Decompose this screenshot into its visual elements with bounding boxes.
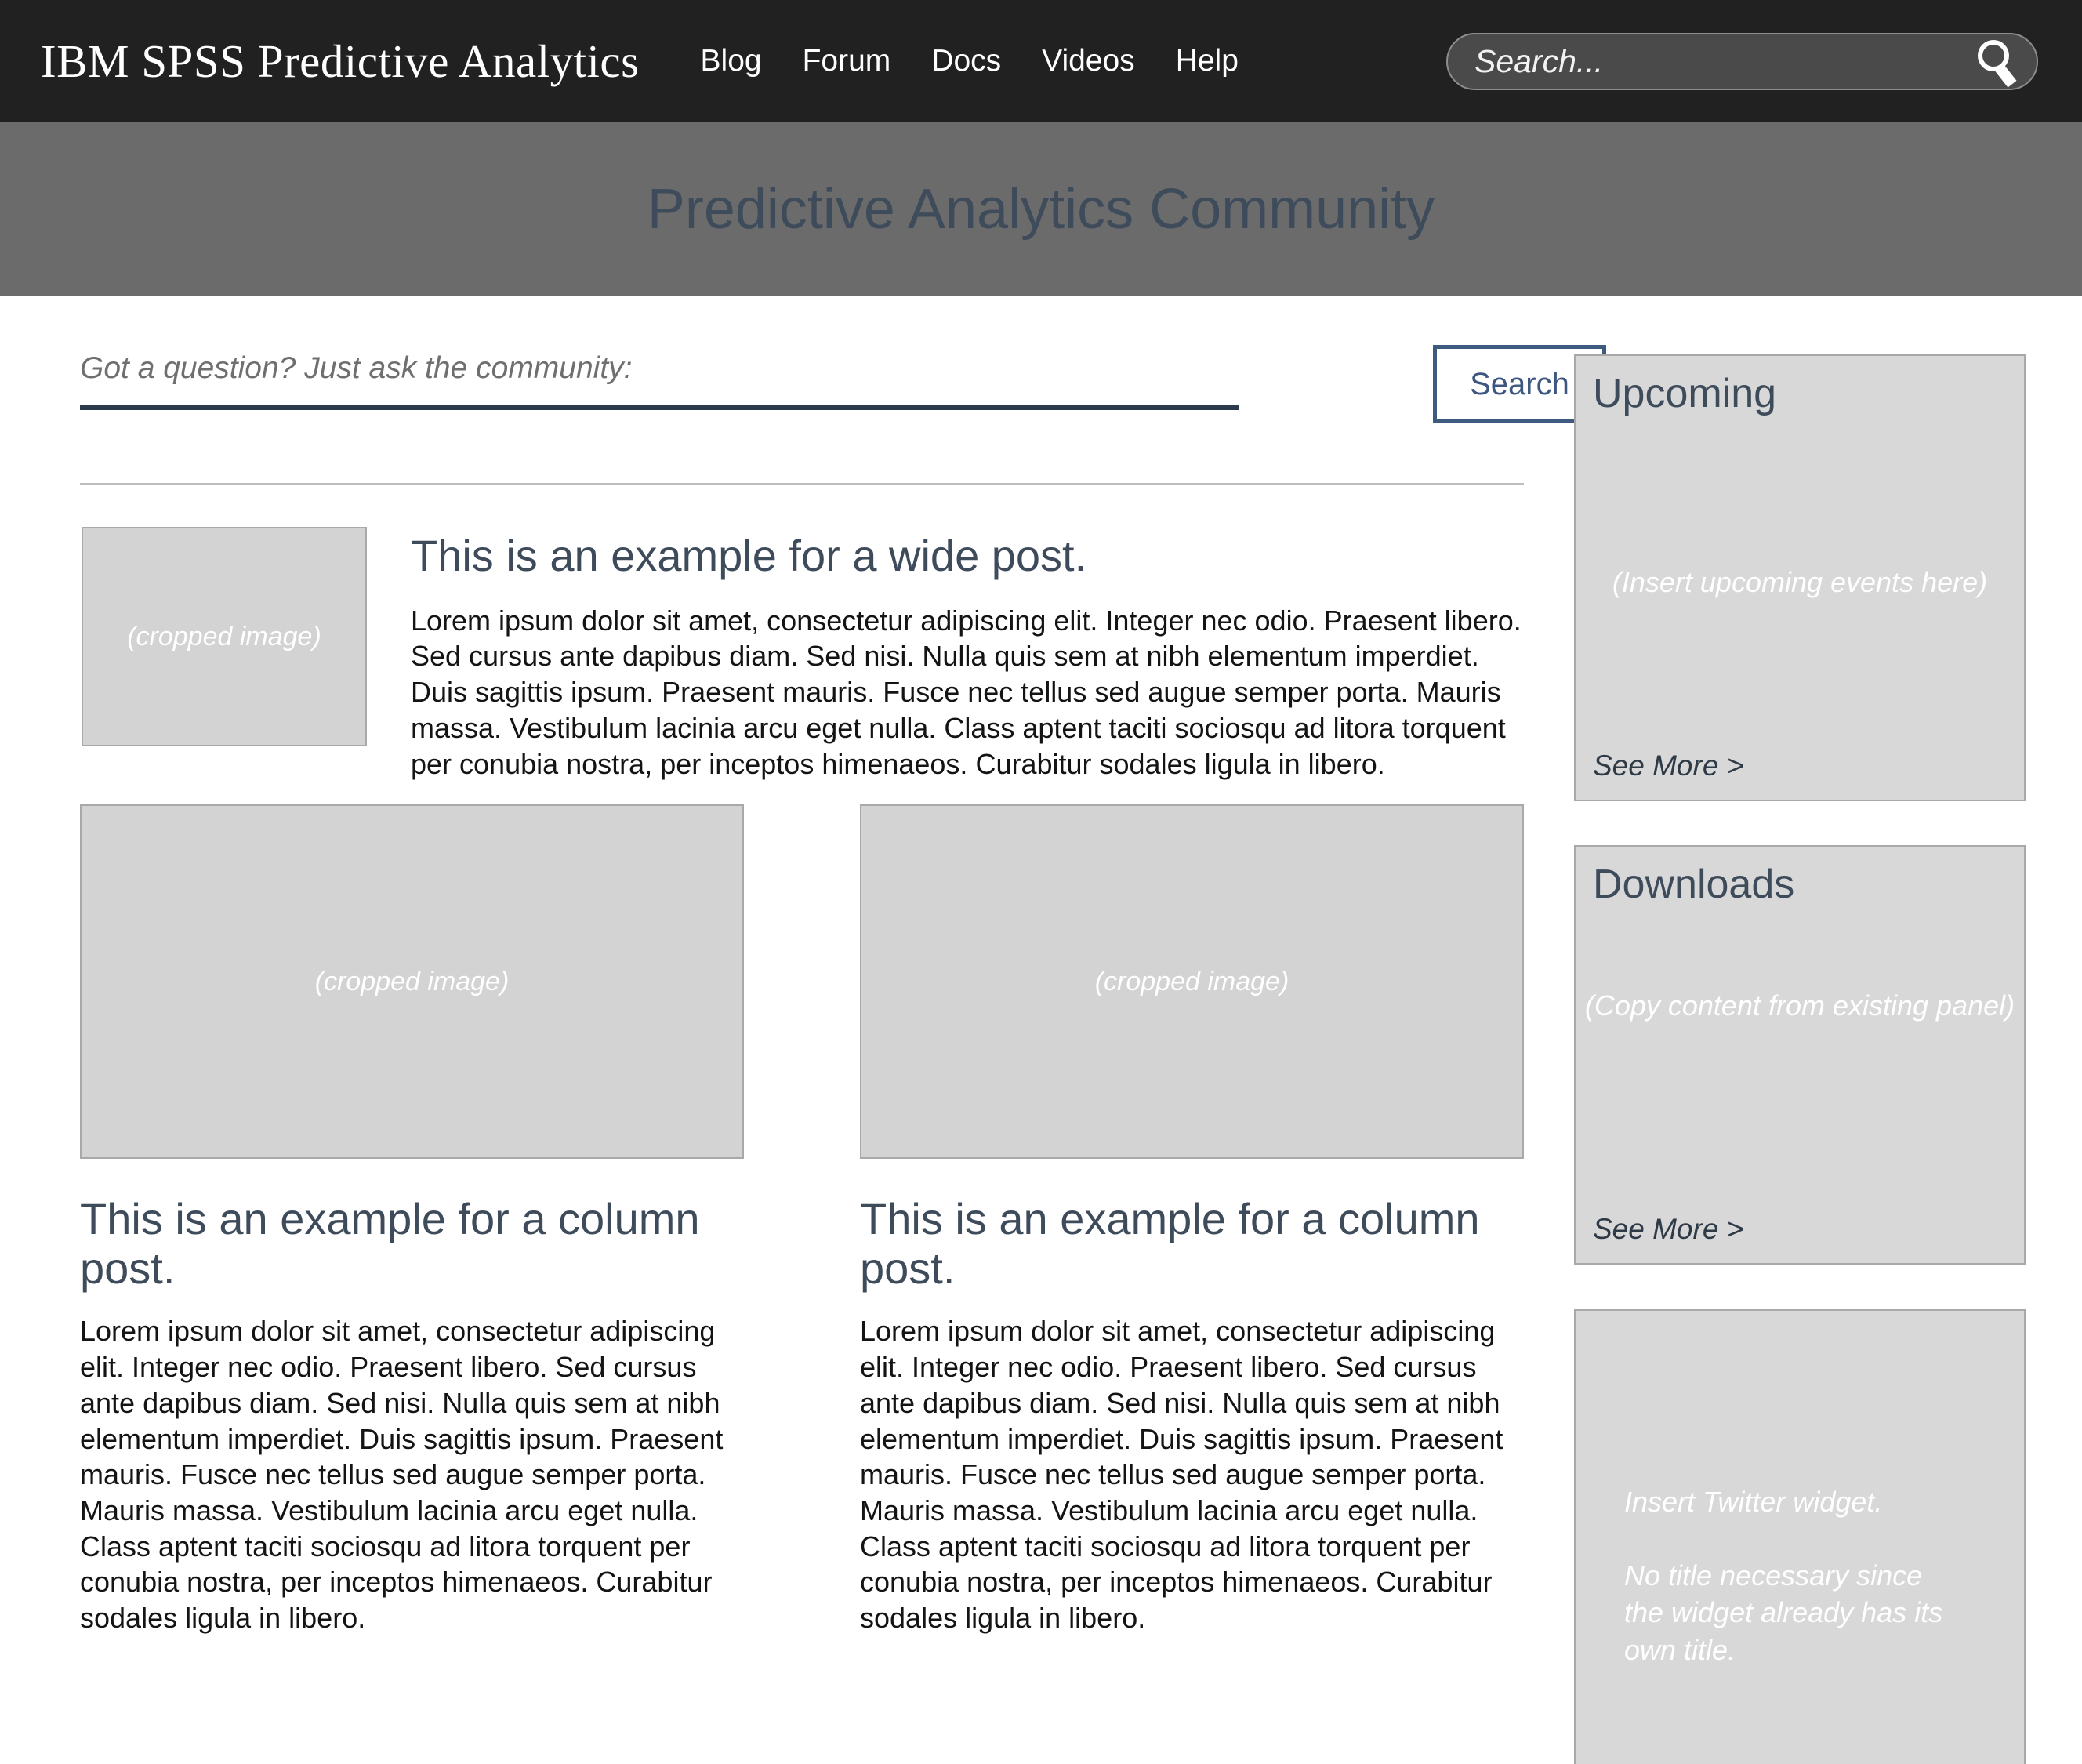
nav-item-docs[interactable]: Docs xyxy=(911,44,1021,78)
right-sidebar: Upcoming (Insert upcoming events here) S… xyxy=(1574,296,2026,1764)
column-post-1-image-label: (cropped image) xyxy=(314,966,510,996)
nav-item-help[interactable]: Help xyxy=(1155,44,1259,78)
column-post-1-image[interactable]: (cropped image) xyxy=(80,804,744,1159)
wide-post-text: Lorem ipsum dolor sit amet, consectetur … xyxy=(411,604,1522,780)
main-navigation: Blog Forum Docs Videos Help xyxy=(680,44,1259,78)
twitter-panel-line-2: No title necessary since the widget alre… xyxy=(1624,1559,1943,1666)
header-search-box[interactable] xyxy=(1446,33,2038,90)
site-brand-logo[interactable]: IBM SPSS Predictive Analytics xyxy=(41,38,640,85)
upcoming-panel-placeholder: (Insert upcoming events here) xyxy=(1612,566,1988,598)
column-post-2-image[interactable]: (cropped image) xyxy=(860,804,1524,1159)
header-search-input[interactable] xyxy=(1448,42,1971,81)
nav-item-videos[interactable]: Videos xyxy=(1021,44,1155,78)
column-post-2-image-label: (cropped image) xyxy=(1094,966,1289,996)
top-navigation-bar: IBM SPSS Predictive Analytics Blog Forum… xyxy=(0,0,2082,122)
twitter-widget-panel: Insert Twitter widget. No title necessar… xyxy=(1574,1309,2026,1764)
nav-item-blog[interactable]: Blog xyxy=(680,44,782,78)
column-post-1-title[interactable]: This is an example for a column post. xyxy=(80,1194,744,1293)
search-icon[interactable] xyxy=(1971,33,2026,90)
wide-post-thumbnail[interactable]: (cropped image) xyxy=(82,527,367,746)
column-post-2-title[interactable]: This is an example for a column post. xyxy=(860,1194,1524,1293)
column-post-2-text: Lorem ipsum dolor sit amet, consectetur … xyxy=(860,1315,1503,1635)
page-banner: Predictive Analytics Community xyxy=(0,122,2082,296)
upcoming-panel-title: Upcoming xyxy=(1593,371,1777,416)
downloads-see-more-link[interactable]: See More > xyxy=(1593,1213,1743,1246)
twitter-panel-text: Insert Twitter widget. No title necessar… xyxy=(1624,1483,1961,1668)
column-post-2[interactable]: (cropped image) This is an example for a… xyxy=(860,804,1524,1762)
wide-post-body: This is an example for a wide post. Lore… xyxy=(411,527,1524,782)
content-divider xyxy=(80,483,1524,485)
downloads-panel: Downloads (Copy content from existing pa… xyxy=(1574,845,2026,1265)
column-post-1[interactable]: (cropped image) This is an example for a… xyxy=(80,804,744,1762)
wide-post-title[interactable]: This is an example for a wide post. xyxy=(411,531,1524,581)
downloads-panel-placeholder: (Copy content from existing panel) xyxy=(1584,989,2015,1022)
column-post-1-text: Lorem ipsum dolor sit amet, consectetur … xyxy=(80,1315,724,1635)
twitter-panel-line-1: Insert Twitter widget. xyxy=(1624,1486,1883,1518)
wide-post-image-label: (cropped image) xyxy=(127,621,321,652)
ask-input-wrapper xyxy=(80,351,1239,410)
ask-question-input[interactable] xyxy=(80,351,1239,410)
page-title: Predictive Analytics Community xyxy=(647,178,1435,241)
ask-community-bar: Search xyxy=(80,345,1606,437)
wide-post[interactable]: (cropped image) This is an example for a… xyxy=(82,527,1524,782)
upcoming-see-more-link[interactable]: See More > xyxy=(1593,750,1743,782)
upcoming-panel: Upcoming (Insert upcoming events here) S… xyxy=(1574,354,2026,801)
nav-item-forum[interactable]: Forum xyxy=(782,44,912,78)
downloads-panel-title: Downloads xyxy=(1593,862,1795,907)
column-posts: (cropped image) This is an example for a… xyxy=(80,804,1524,1762)
